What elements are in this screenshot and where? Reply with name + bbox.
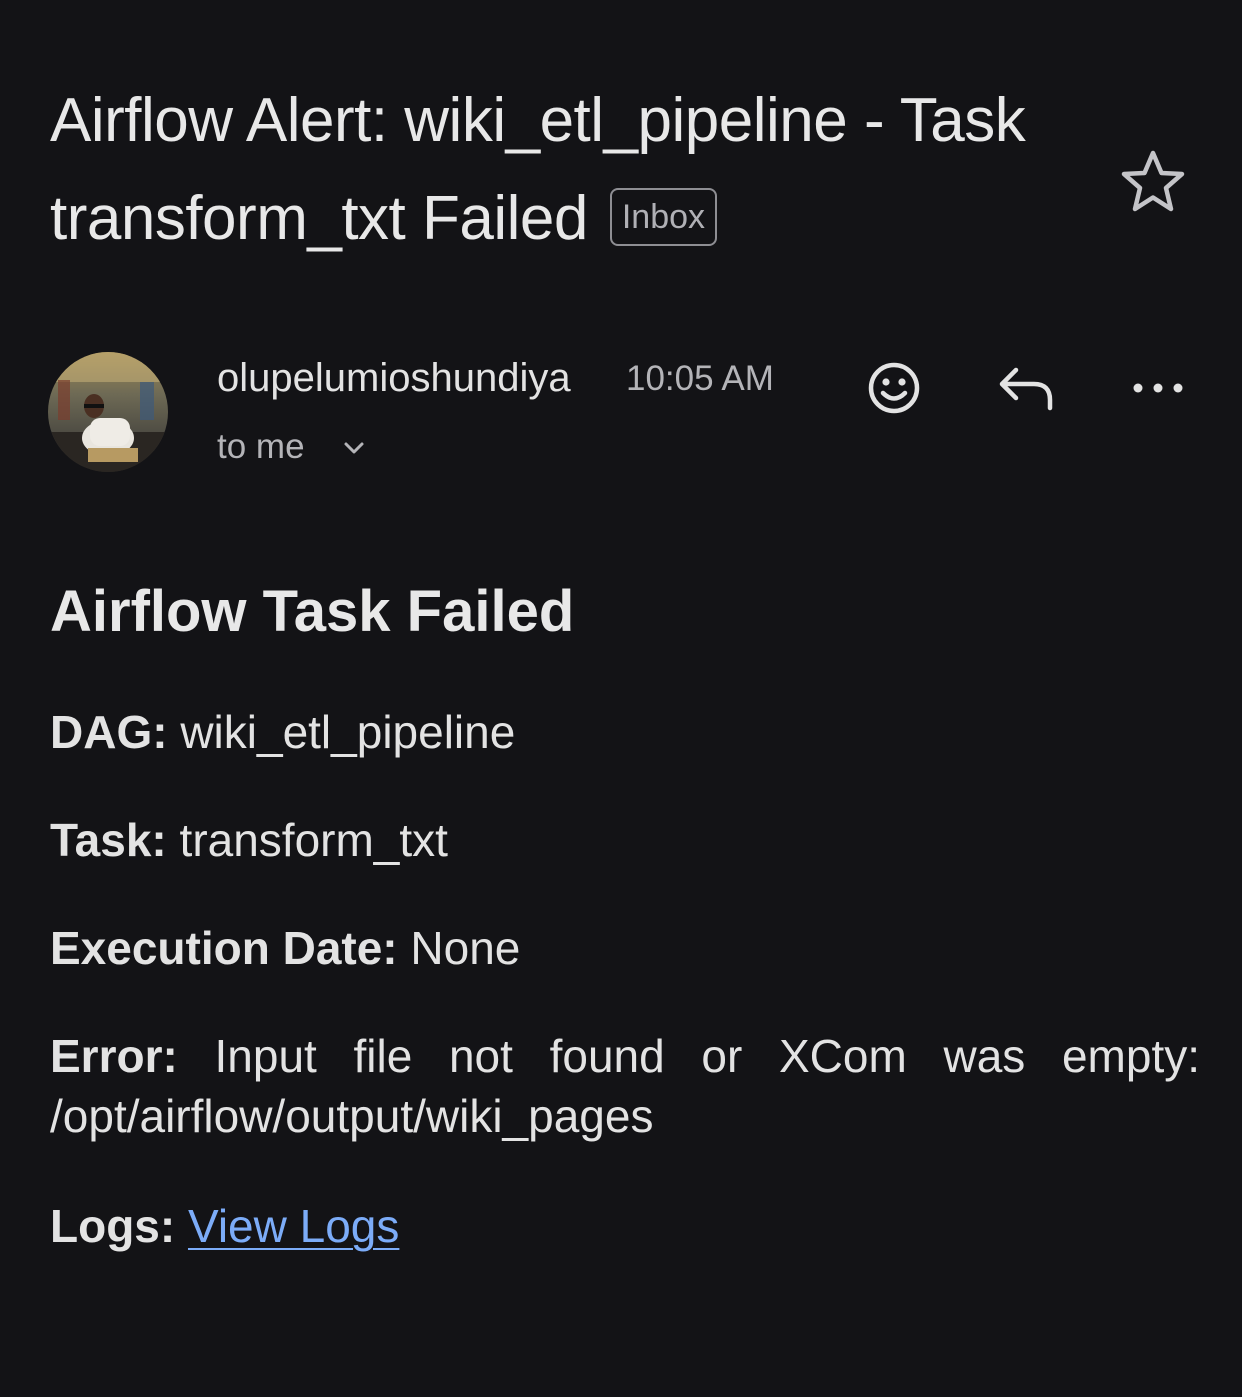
- field-task-value: transform_txt: [179, 814, 448, 866]
- sender-avatar[interactable]: [48, 352, 168, 472]
- field-error-value: Input file not found or XCom was empty: …: [50, 1030, 1201, 1142]
- field-execution-date: Execution Date: None: [50, 918, 1200, 978]
- field-task-label: Task:: [50, 814, 167, 866]
- field-execution-date-label: Execution Date:: [50, 922, 398, 974]
- field-error-label: Error:: [50, 1030, 178, 1082]
- star-icon[interactable]: [1118, 148, 1188, 214]
- field-error: Error: Input file not found or XCom was …: [50, 1026, 1200, 1146]
- email-timestamp: 10:05 AM: [626, 359, 774, 398]
- field-logs: Logs: View Logs: [50, 1196, 1200, 1256]
- avatar-photo: [48, 352, 168, 472]
- field-task: Task: transform_txt: [50, 810, 1200, 870]
- field-dag-label: DAG:: [50, 706, 168, 758]
- field-dag: DAG: wiki_etl_pipeline: [50, 702, 1200, 762]
- reply-icon[interactable]: [994, 360, 1058, 416]
- inbox-label-badge[interactable]: Inbox: [609, 187, 718, 246]
- field-dag-value: wiki_etl_pipeline: [180, 706, 516, 758]
- field-logs-label: Logs:: [50, 1200, 176, 1252]
- view-logs-link[interactable]: View Logs: [188, 1200, 399, 1252]
- recipient-summary[interactable]: to me: [217, 424, 305, 470]
- more-horizontal-icon[interactable]: [1126, 370, 1190, 406]
- subject-text: Airflow Alert: wiki_etl_pipeline - Task …: [50, 86, 1026, 253]
- chevron-down-icon[interactable]: [340, 436, 368, 460]
- field-execution-date-value: None: [410, 922, 521, 974]
- body-title: Airflow Task Failed: [50, 579, 575, 644]
- email-subject: Airflow Alert: wiki_etl_pipeline - Task …: [50, 72, 1070, 268]
- emoji-reaction-icon[interactable]: [862, 356, 926, 420]
- sender-name[interactable]: olupelumioshundiya: [217, 352, 571, 404]
